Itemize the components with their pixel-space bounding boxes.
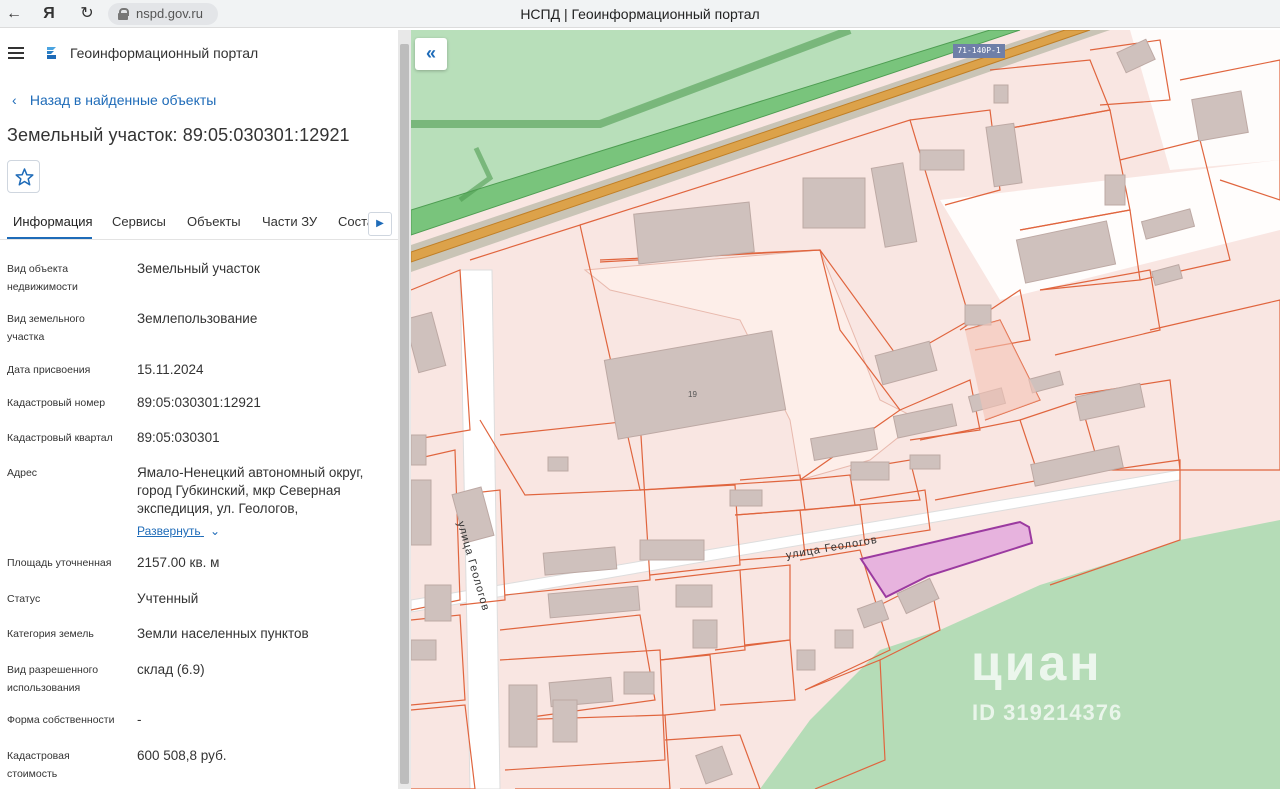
browser-toolbar: ← Я ↻ nspd.gov.ru НСПД | Геоинформационн…	[0, 0, 1280, 28]
parcel-number-label: 19	[688, 390, 697, 399]
address-bar[interactable]: nspd.gov.ru	[108, 3, 218, 25]
tab-objects[interactable]: Объекты	[187, 214, 241, 229]
info-value: Учтенный	[137, 591, 199, 606]
tab-parts[interactable]: Части ЗУ	[262, 214, 317, 229]
info-value: Земельный участок	[137, 261, 260, 276]
road-number-badge: 71-140Р-1	[953, 44, 1005, 58]
info-label: Площадь уточненная	[7, 557, 112, 569]
object-info-panel: Геоинформационный портал ‹ Назад в найде…	[0, 30, 398, 789]
expand-label: Развернуть	[137, 524, 201, 538]
info-value: Ямало-Ненецкий автономный округ, город Г…	[137, 465, 364, 516]
info-value: 2157.00 кв. м	[137, 555, 220, 570]
info-value: Землепользование	[137, 311, 258, 326]
info-label: Кадастровый квартал	[7, 432, 113, 444]
url-text: nspd.gov.ru	[136, 6, 203, 21]
expand-address-link[interactable]: Развернуть ⌄	[137, 524, 220, 538]
watermark-logo: циан	[971, 635, 1103, 691]
info-label: Форма собственности	[7, 714, 115, 726]
double-chevron-left-icon: «	[425, 43, 436, 63]
info-value: 89:05:030301:12921	[137, 395, 261, 410]
info-tabs: Информация Сервисы Объекты Части ЗУ Сост…	[0, 210, 398, 240]
scrollbar-thumb[interactable]	[400, 44, 409, 784]
info-label: Вид объекта недвижимости	[7, 263, 78, 293]
back-to-results-link[interactable]: ‹ Назад в найденные объекты	[12, 92, 216, 108]
chevron-down-icon: ⌄	[209, 524, 221, 538]
collapse-panel-button[interactable]: «	[415, 38, 447, 70]
info-label: Кадастровая стоимость	[7, 750, 70, 780]
portal-logo-icon	[47, 47, 56, 59]
info-label: Статус	[7, 593, 41, 605]
cadastral-map[interactable]: 71-140Р-1 19 улица Геологов улица Геолог…	[411, 30, 1280, 789]
tabs-scroll-right-button[interactable]: ▶	[368, 212, 392, 236]
info-label: Категория земель	[7, 628, 94, 640]
app-title: Геоинформационный портал	[70, 45, 259, 61]
chevron-left-icon: ‹	[12, 92, 17, 108]
back-arrow-icon[interactable]: ←	[3, 3, 25, 25]
app-header: Геоинформационный портал	[0, 30, 398, 76]
info-label: Дата присвоения	[7, 364, 91, 376]
object-title: Земельный участок: 89:05:030301:12921	[7, 125, 350, 145]
back-link-label: Назад в найденные объекты	[29, 92, 217, 108]
info-label: Кадастровый номер	[7, 397, 106, 409]
star-icon	[15, 168, 34, 186]
info-value: 89:05:030301	[137, 430, 220, 445]
info-label: Вид земельного участка	[7, 313, 85, 343]
info-value: 600 508,8 руб.	[137, 748, 227, 763]
reload-icon[interactable]: ↻	[76, 3, 98, 25]
info-value: 15.11.2024	[137, 362, 204, 377]
active-tab-indicator	[7, 237, 92, 239]
map-canvas	[411, 30, 1280, 789]
tab-services[interactable]: Сервисы	[112, 214, 166, 229]
lock-icon	[118, 8, 129, 20]
tab-information[interactable]: Информация	[13, 214, 93, 229]
panel-scrollbar[interactable]	[398, 30, 411, 789]
info-label: Вид разрешенного использования	[7, 664, 99, 694]
yandex-icon[interactable]: Я	[38, 3, 60, 25]
info-label: Адрес	[7, 467, 38, 479]
watermark-id: ID 319214376	[972, 700, 1123, 725]
favorite-button[interactable]	[7, 160, 40, 193]
info-value: склад (6.9)	[137, 662, 205, 677]
info-value: Земли населенных пунктов	[137, 626, 309, 641]
menu-icon[interactable]	[8, 47, 24, 59]
info-value: -	[137, 712, 142, 727]
